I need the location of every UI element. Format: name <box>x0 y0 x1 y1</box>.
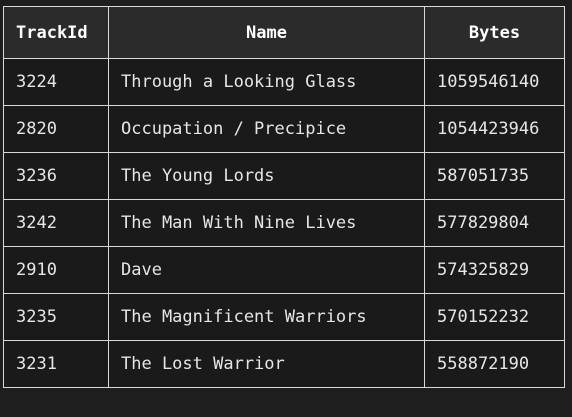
cell-trackid: 3231 <box>3 340 109 388</box>
cell-bytes: 577829804 <box>424 199 565 247</box>
query-result-panel: TrackId Name Bytes 3224 Through a Lookin… <box>0 0 572 417</box>
table-row[interactable]: 3236 The Young Lords 587051735 <box>3 152 565 200</box>
cell-name: Occupation / Precipice <box>108 105 425 153</box>
cell-trackid: 3242 <box>3 199 109 247</box>
table-row[interactable]: 3231 The Lost Warrior 558872190 <box>3 340 565 388</box>
cell-bytes: 570152232 <box>424 293 565 341</box>
column-header-name[interactable]: Name <box>108 6 425 59</box>
cell-name: The Lost Warrior <box>108 340 425 388</box>
cell-name: The Magnificent Warriors <box>108 293 425 341</box>
cell-bytes: 558872190 <box>424 340 565 388</box>
cell-bytes: 587051735 <box>424 152 565 200</box>
cell-bytes: 1059546140 <box>424 58 565 106</box>
cell-name: The Man With Nine Lives <box>108 199 425 247</box>
table-row[interactable]: 3224 Through a Looking Glass 1059546140 <box>3 58 565 106</box>
cell-bytes: 1054423946 <box>424 105 565 153</box>
cell-trackid: 2910 <box>3 246 109 294</box>
header-row: TrackId Name Bytes <box>3 6 565 59</box>
table-row[interactable]: 2820 Occupation / Precipice 1054423946 <box>3 105 565 153</box>
table-row[interactable]: 3242 The Man With Nine Lives 577829804 <box>3 199 565 247</box>
cell-name: Dave <box>108 246 425 294</box>
cell-trackid: 3224 <box>3 58 109 106</box>
cell-trackid: 3236 <box>3 152 109 200</box>
cell-name: The Young Lords <box>108 152 425 200</box>
results-table: TrackId Name Bytes 3224 Through a Lookin… <box>3 6 565 388</box>
cell-name: Through a Looking Glass <box>108 58 425 106</box>
table-row[interactable]: 3235 The Magnificent Warriors 570152232 <box>3 293 565 341</box>
cell-trackid: 2820 <box>3 105 109 153</box>
cell-trackid: 3235 <box>3 293 109 341</box>
column-header-bytes[interactable]: Bytes <box>424 6 565 59</box>
cell-bytes: 574325829 <box>424 246 565 294</box>
table-row[interactable]: 2910 Dave 574325829 <box>3 246 565 294</box>
column-header-trackid[interactable]: TrackId <box>3 6 109 59</box>
